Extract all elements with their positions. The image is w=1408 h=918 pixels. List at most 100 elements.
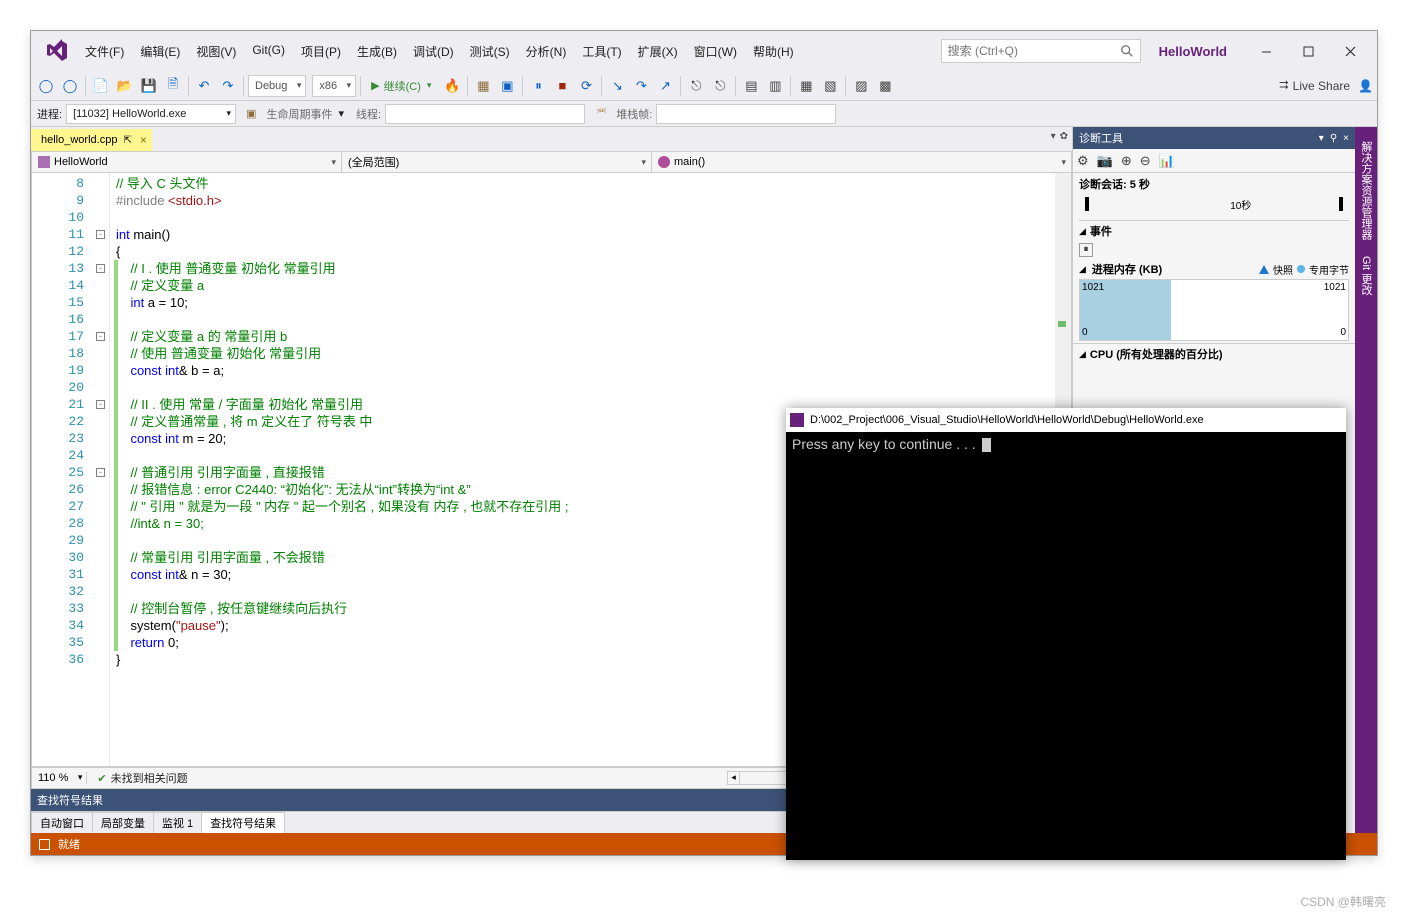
- continue-button[interactable]: ▶继续(C): [365, 75, 439, 97]
- menu-item[interactable]: 项目(P): [293, 39, 349, 64]
- save-all-icon[interactable]: 🗎: [162, 75, 184, 97]
- diag-dropdown-icon[interactable]: ▾: [1319, 133, 1324, 144]
- step-into-icon[interactable]: ↘: [606, 75, 628, 97]
- live-share-button[interactable]: ⮆ Live Share: [1279, 78, 1350, 93]
- issues-status[interactable]: 未找到相关问题: [87, 770, 723, 786]
- menu-item[interactable]: 调试(D): [405, 39, 462, 64]
- diag-close-icon[interactable]: ×: [1343, 133, 1349, 144]
- stop-icon[interactable]: ■: [551, 75, 573, 97]
- panel-tab[interactable]: 监视 1: [153, 812, 202, 833]
- menu-item[interactable]: 工具(T): [574, 39, 629, 64]
- extra-icon-4[interactable]: ▥: [764, 75, 786, 97]
- panel-tab[interactable]: 局部变量: [92, 812, 154, 833]
- diag-timeline[interactable]: 10秒: [1079, 195, 1349, 221]
- extra-icon-8[interactable]: ▩: [874, 75, 896, 97]
- config-dropdown[interactable]: Debug: [248, 75, 306, 97]
- extra-icon-7[interactable]: ▨: [850, 75, 872, 97]
- stack-dropdown[interactable]: [656, 104, 836, 124]
- process-dropdown[interactable]: [11032] HelloWorld.exe: [66, 104, 236, 124]
- menu-item[interactable]: 分析(N): [518, 39, 575, 64]
- editor-tab[interactable]: hello_world.cpp ⇱ ×: [31, 129, 152, 151]
- panel-tab[interactable]: 自动窗口: [31, 812, 93, 833]
- maximize-button[interactable]: [1287, 36, 1329, 66]
- panel-tab[interactable]: 查找符号结果: [201, 812, 285, 833]
- vs-logo-icon: [45, 39, 69, 63]
- pause-icon[interactable]: ⏸: [527, 75, 549, 97]
- tab-pin-icon[interactable]: ⇱: [123, 135, 131, 146]
- pause-indicator-icon: ⏸: [1079, 243, 1093, 257]
- undo-icon[interactable]: ↶: [193, 75, 215, 97]
- tab-close-icon[interactable]: ×: [140, 133, 147, 147]
- console-titlebar[interactable]: D:\002_Project\006_Visual_Studio\HelloWo…: [786, 408, 1346, 432]
- hot-reload-icon[interactable]: 🔥: [441, 75, 463, 97]
- stack-label: 堆栈帧:: [616, 106, 652, 122]
- menu-item[interactable]: 扩展(X): [630, 39, 686, 64]
- menu-item[interactable]: 帮助(H): [745, 39, 802, 64]
- console-output: Press any key to continue . . .: [786, 432, 1346, 860]
- tool-icon-1[interactable]: ▦: [472, 75, 494, 97]
- search-box[interactable]: [941, 39, 1141, 63]
- scope-namespace[interactable]: (全局范围): [342, 152, 652, 172]
- nav-back-icon[interactable]: ◯: [35, 75, 57, 97]
- share-icon: ⮆: [1279, 78, 1289, 93]
- diag-snapshot-icon[interactable]: 📷: [1097, 153, 1113, 169]
- diagnostics-header[interactable]: 诊断工具 ▾⚲×: [1073, 127, 1355, 149]
- scope-project[interactable]: HelloWorld: [32, 152, 342, 172]
- lifecycle-label: 生命周期事件: [266, 106, 332, 122]
- platform-dropdown[interactable]: x86: [312, 75, 356, 97]
- lifecycle-icon[interactable]: ▣: [246, 107, 256, 120]
- account-icon[interactable]: 👤: [1358, 79, 1373, 93]
- thread-dropdown[interactable]: [385, 104, 585, 124]
- diag-settings-icon[interactable]: ⚙: [1077, 153, 1089, 169]
- menu-item[interactable]: 窗口(W): [686, 39, 745, 64]
- new-file-icon[interactable]: 📄: [90, 75, 112, 97]
- diag-memory-header[interactable]: ◢进程内存 (KB) 快照 专用字节: [1073, 259, 1355, 279]
- tab-settings-icon[interactable]: ✿: [1060, 131, 1068, 142]
- nav-fwd-icon[interactable]: ◯: [59, 75, 81, 97]
- dock-tab[interactable]: 解决方案资源管理器: [1356, 133, 1376, 248]
- scope-function[interactable]: main(): [652, 152, 1071, 172]
- menu-item[interactable]: 编辑(E): [132, 39, 188, 64]
- console-window[interactable]: D:\002_Project\006_Visual_Studio\HelloWo…: [786, 408, 1346, 860]
- menu-item[interactable]: 文件(F): [77, 39, 132, 64]
- diag-events-header[interactable]: 事件: [1073, 221, 1355, 241]
- diag-memory-chart[interactable]: 1021 1021 0 0: [1079, 279, 1349, 341]
- dock-tab[interactable]: Git 更改: [1356, 248, 1376, 303]
- diag-zoomin-icon[interactable]: ⊕: [1121, 153, 1132, 169]
- redo-icon[interactable]: ↷: [217, 75, 239, 97]
- fold-gutter[interactable]: -----: [92, 173, 110, 766]
- search-input[interactable]: [948, 44, 1120, 58]
- extra-icon-1[interactable]: ⎋: [685, 75, 707, 97]
- console-cursor: [982, 438, 991, 452]
- toolbar-main: ◯ ◯ 📄 📂 💾 🗎 ↶ ↷ Debug x86 ▶继续(C) 🔥 ▦ ▣ ⏸…: [31, 71, 1377, 101]
- console-icon: [790, 413, 804, 427]
- thread-label: 线程:: [356, 106, 381, 122]
- extra-icon-2[interactable]: ⎋: [709, 75, 731, 97]
- extra-icon-3[interactable]: ▤: [740, 75, 762, 97]
- close-button[interactable]: [1329, 36, 1371, 66]
- step-over-icon[interactable]: ↷: [630, 75, 652, 97]
- right-dock: 解决方案资源管理器Git 更改: [1355, 127, 1377, 833]
- zoom-dropdown[interactable]: 110 %: [32, 772, 87, 784]
- menu-item[interactable]: 视图(V): [188, 39, 244, 64]
- status-text: 就绪: [58, 836, 80, 852]
- tab-dropdown-icon[interactable]: ▾: [1051, 131, 1056, 142]
- menu-item[interactable]: Git(G): [244, 39, 293, 64]
- extra-icon-6[interactable]: ▧: [819, 75, 841, 97]
- restart-icon[interactable]: ⟳: [575, 75, 597, 97]
- minimize-button[interactable]: [1245, 36, 1287, 66]
- save-icon[interactable]: 💾: [138, 75, 160, 97]
- diag-cpu-header[interactable]: CPU (所有处理器的百分比): [1073, 343, 1355, 364]
- window-controls: [1245, 36, 1371, 66]
- step-out-icon[interactable]: ↗: [654, 75, 676, 97]
- function-icon: [658, 156, 670, 168]
- code-navbar: HelloWorld (全局范围) main(): [31, 151, 1072, 173]
- open-icon[interactable]: 📂: [114, 75, 136, 97]
- tool-icon-2[interactable]: ▣: [496, 75, 518, 97]
- diag-zoomout-icon[interactable]: ⊖: [1140, 153, 1151, 169]
- menu-item[interactable]: 测试(S): [462, 39, 518, 64]
- extra-icon-5[interactable]: ▦: [795, 75, 817, 97]
- menu-item[interactable]: 生成(B): [349, 39, 405, 64]
- diag-chart-icon[interactable]: 📊: [1159, 153, 1175, 169]
- diag-pin-icon[interactable]: ⚲: [1330, 133, 1337, 144]
